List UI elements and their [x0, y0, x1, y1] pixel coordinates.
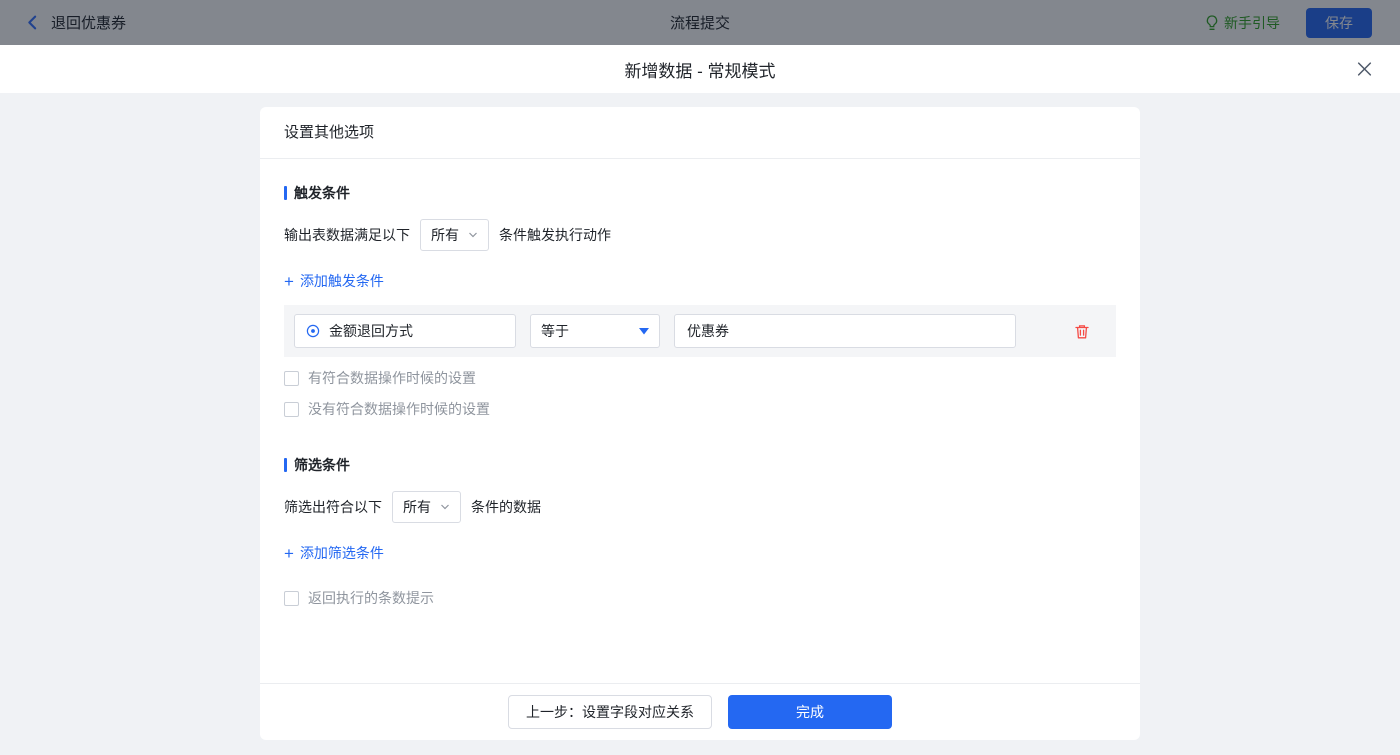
checkbox-label: 有符合数据操作时候的设置 [308, 368, 476, 388]
add-trigger-condition-label: 添加触发条件 [300, 271, 384, 291]
trigger-rule-prefix: 输出表数据满足以下 [284, 225, 410, 245]
done-button[interactable]: 完成 [728, 695, 892, 729]
card-body: 触发条件 输出表数据满足以下 所有 条件触发执行动作 + 添加触发条件 [260, 159, 1140, 683]
card-footer: 上一步：设置字段对应关系 完成 [260, 683, 1140, 740]
options-card: 设置其他选项 触发条件 输出表数据满足以下 所有 条件触发执行动作 [260, 107, 1140, 740]
modal-dim-overlay [0, 0, 1400, 45]
trigger-section-title: 触发条件 [284, 183, 1116, 203]
has-matching-data-checkbox-row[interactable]: 有符合数据操作时候的设置 [284, 368, 476, 388]
chevron-down-icon [468, 230, 478, 240]
condition-value-input[interactable] [674, 314, 1016, 348]
section-accent-bar [284, 458, 287, 472]
delete-condition-icon[interactable] [1074, 323, 1090, 340]
modal-body: 设置其他选项 触发条件 输出表数据满足以下 所有 条件触发执行动作 [0, 93, 1400, 755]
trigger-match-mode-value: 所有 [431, 225, 459, 245]
checkbox-label: 没有符合数据操作时候的设置 [308, 399, 490, 419]
filter-section-title: 筛选条件 [284, 455, 1116, 475]
modal-header: 新增数据 - 常规模式 [0, 45, 1400, 93]
condition-operator-value: 等于 [541, 321, 569, 341]
add-filter-condition-label: 添加筛选条件 [300, 543, 384, 563]
topbar: 退回优惠券 流程提交 新手引导 保存 [0, 0, 1400, 45]
checkbox-label: 返回执行的条数提示 [308, 588, 434, 608]
previous-step-button[interactable]: 上一步：设置字段对应关系 [508, 695, 712, 729]
trigger-match-mode-select[interactable]: 所有 [420, 219, 489, 251]
close-icon[interactable] [1356, 61, 1373, 78]
trigger-condition-row: 金额退回方式 等于 [284, 305, 1116, 357]
return-count-hint-checkbox-row[interactable]: 返回执行的条数提示 [284, 588, 434, 608]
add-trigger-condition-link[interactable]: + 添加触发条件 [284, 271, 384, 291]
chevron-down-icon [440, 502, 450, 512]
target-field-icon [305, 323, 321, 339]
checkbox[interactable] [284, 591, 299, 606]
checkbox[interactable] [284, 402, 299, 417]
section-accent-bar [284, 186, 287, 200]
modal-title: 新增数据 - 常规模式 [624, 57, 775, 82]
plus-icon: + [284, 545, 294, 562]
filter-section-label: 筛选条件 [294, 455, 350, 475]
checkbox[interactable] [284, 371, 299, 386]
condition-field-value: 金额退回方式 [329, 321, 413, 341]
filter-match-mode-value: 所有 [403, 497, 431, 517]
trigger-rule-suffix: 条件触发执行动作 [499, 225, 611, 245]
filter-section: 筛选条件 筛选出符合以下 所有 条件的数据 + 添加筛选条件 [284, 455, 1116, 608]
add-filter-condition-link[interactable]: + 添加筛选条件 [284, 543, 384, 563]
condition-operator-select[interactable]: 等于 [530, 314, 660, 348]
filter-rule-row: 筛选出符合以下 所有 条件的数据 [284, 491, 1116, 523]
card-title: 设置其他选项 [260, 107, 1140, 159]
trigger-section: 触发条件 输出表数据满足以下 所有 条件触发执行动作 + 添加触发条件 [284, 183, 1116, 419]
trigger-rule-row: 输出表数据满足以下 所有 条件触发执行动作 [284, 219, 1116, 251]
filter-rule-prefix: 筛选出符合以下 [284, 497, 382, 517]
condition-field-picker[interactable]: 金额退回方式 [294, 314, 516, 348]
trigger-section-label: 触发条件 [294, 183, 350, 203]
filter-match-mode-select[interactable]: 所有 [392, 491, 461, 523]
no-matching-data-checkbox-row[interactable]: 没有符合数据操作时候的设置 [284, 399, 490, 419]
filter-rule-suffix: 条件的数据 [471, 497, 541, 517]
plus-icon: + [284, 273, 294, 290]
caret-down-icon [639, 328, 649, 335]
